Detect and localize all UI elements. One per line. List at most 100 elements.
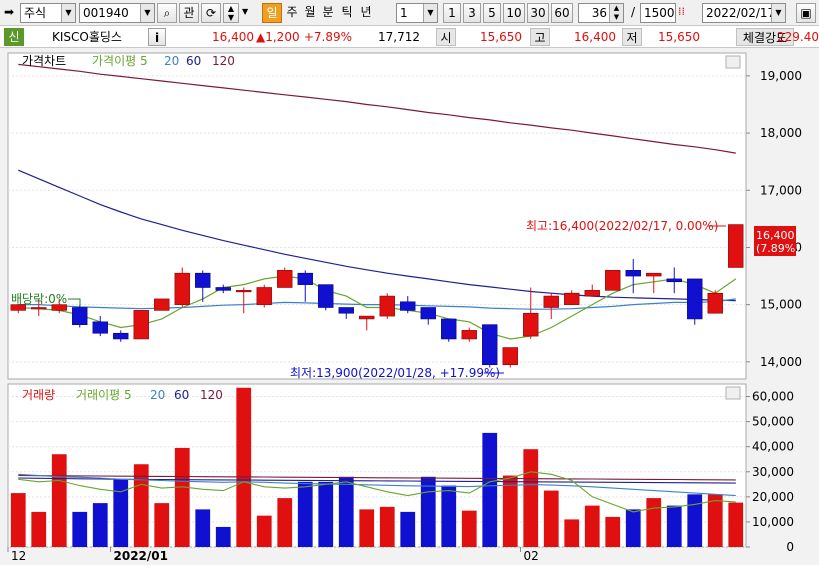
volume-tick-label: 40,000: [752, 440, 794, 454]
chart-related-button[interactable]: 관: [179, 3, 199, 23]
credit-tag: 신: [4, 28, 24, 46]
toolbar: ➡ 주식 ▼ 001940 ▼ ⌕ 관 ⟳ ▲ ▼ ▼ 일 주 월 분 틱 년 1…: [0, 0, 819, 26]
candle-body: [236, 290, 252, 293]
last-price-tag-pct: (7.89%): [756, 242, 800, 255]
chevron-down-icon[interactable]: ▼: [140, 4, 154, 22]
volume-bar: [31, 511, 47, 547]
chevron-down-icon[interactable]: ▼: [423, 4, 437, 22]
chevron-down-icon[interactable]: ▼: [771, 4, 785, 22]
period-year-button[interactable]: 년: [358, 3, 374, 23]
chevron-down-icon[interactable]: ▼: [61, 4, 75, 22]
interval-10-button[interactable]: 10: [503, 3, 525, 23]
volume-bar: [92, 503, 108, 547]
candle-body: [625, 270, 641, 277]
price-pane: [7, 52, 747, 380]
candle-settings-icon[interactable]: ⁞⁞: [678, 3, 696, 23]
volume-bar: [543, 490, 559, 547]
price-change: ▲1,200: [256, 30, 300, 44]
x-axis: 12 2022/01 02: [7, 547, 539, 563]
high-price: 16,400: [574, 30, 616, 44]
candle-body: [297, 272, 313, 285]
volume-bar: [646, 498, 662, 547]
volume-bar: [195, 509, 211, 547]
open-price: 15,650: [480, 30, 522, 44]
info-button[interactable]: i: [148, 28, 166, 46]
candle-body: [441, 318, 457, 340]
window-icon[interactable]: ▣: [796, 3, 816, 23]
spin-updown-icon[interactable]: ▲ ▼: [223, 3, 239, 23]
period-month-button[interactable]: 월: [302, 3, 318, 23]
chart-canvas[interactable]: 14,00015,00016,00017,00018,00019,000 가격차…: [0, 48, 819, 565]
market-select-value: 주식: [24, 6, 47, 20]
market-select[interactable]: 주식 ▼: [20, 3, 76, 23]
candle-body: [215, 287, 231, 291]
candle-body: [420, 307, 436, 320]
candle-body: [687, 278, 703, 320]
volume-tick-label: 30,000: [752, 465, 794, 479]
candle-body: [564, 292, 580, 305]
candle-body: [461, 330, 477, 340]
volume-bar: [523, 449, 539, 547]
strength-value: 229.40: [777, 30, 819, 44]
period-week-button[interactable]: 주: [284, 3, 300, 23]
pin-icon[interactable]: ➡: [4, 3, 20, 23]
volume-bar: [728, 502, 744, 547]
interval-select-value: 1: [400, 6, 408, 20]
volume-tick-label: 0: [786, 540, 794, 554]
total-count-input[interactable]: 1500: [640, 3, 676, 23]
code-input[interactable]: 001940 ▼: [79, 3, 155, 23]
volume-bar: [707, 494, 723, 547]
code-input-value: 001940: [83, 6, 129, 20]
date-select[interactable]: 2022/02/17 ▼: [702, 3, 786, 23]
count-input[interactable]: 36 ▲ ▼: [578, 3, 624, 23]
candle-body: [707, 292, 723, 314]
volume-bar: [297, 481, 313, 547]
volume-bar: [236, 387, 252, 547]
search-icon[interactable]: ⌕: [157, 3, 177, 23]
chevron-down-icon[interactable]: ▼: [242, 3, 252, 23]
candle-body: [318, 284, 334, 308]
spin-updown-icon[interactable]: ▲ ▼: [609, 4, 623, 22]
price-tick-label: 19,000: [760, 69, 802, 83]
volume-bar: [10, 493, 26, 547]
date-select-value: 2022/02/17: [706, 6, 776, 20]
period-minute-button[interactable]: 분: [320, 3, 336, 23]
refresh-icon[interactable]: ⟳: [201, 3, 221, 23]
candle-body: [174, 272, 190, 305]
volume-legend-title: 거래량: [22, 388, 55, 402]
period-day-button[interactable]: 일: [262, 3, 282, 23]
volume-bar: [359, 509, 375, 547]
min-annotation: 최저:13,900(2022/01/28, +17.99%): [290, 366, 500, 380]
volume-bar: [482, 432, 498, 547]
high-label: 고: [530, 28, 550, 46]
volume-bar: [256, 515, 272, 547]
interval-select[interactable]: 1 ▼: [396, 3, 438, 23]
candle-body: [256, 287, 272, 305]
pane-maximize-icon[interactable]: [725, 55, 741, 69]
price-legend-ma20: 20: [164, 54, 179, 68]
volume-bar: [72, 511, 88, 547]
count-input-value: 36: [591, 6, 607, 20]
interval-60-button[interactable]: 60: [551, 3, 573, 23]
interval-5-button[interactable]: 5: [483, 3, 501, 23]
candle-body: [400, 301, 416, 311]
interval-3-button[interactable]: 3: [463, 3, 481, 23]
quote-bar: 신 KISCO홀딩스 i 16,400 ▲1,200 +7.89% 17,712…: [0, 26, 819, 48]
pane-maximize-icon[interactable]: [725, 386, 741, 400]
last-price-tag-value: 16,400: [756, 229, 795, 242]
price-tick-label: 14,000: [760, 355, 802, 369]
x-tick-label: 12: [11, 549, 26, 563]
candle-body: [92, 321, 108, 334]
volume-bar: [564, 519, 580, 547]
interval-30-button[interactable]: 30: [527, 3, 549, 23]
interval-1-button[interactable]: 1: [443, 3, 461, 23]
volume-legend-ma20: 20: [150, 388, 165, 402]
volume-bar: [318, 481, 334, 547]
period-tick-button[interactable]: 틱: [339, 3, 355, 23]
candle-body: [31, 307, 47, 310]
volume-bar: [51, 454, 67, 547]
volume-bar: [687, 494, 703, 547]
volume-bar: [584, 505, 600, 547]
low-label: 저: [622, 28, 642, 46]
volume-bar: [400, 511, 416, 547]
